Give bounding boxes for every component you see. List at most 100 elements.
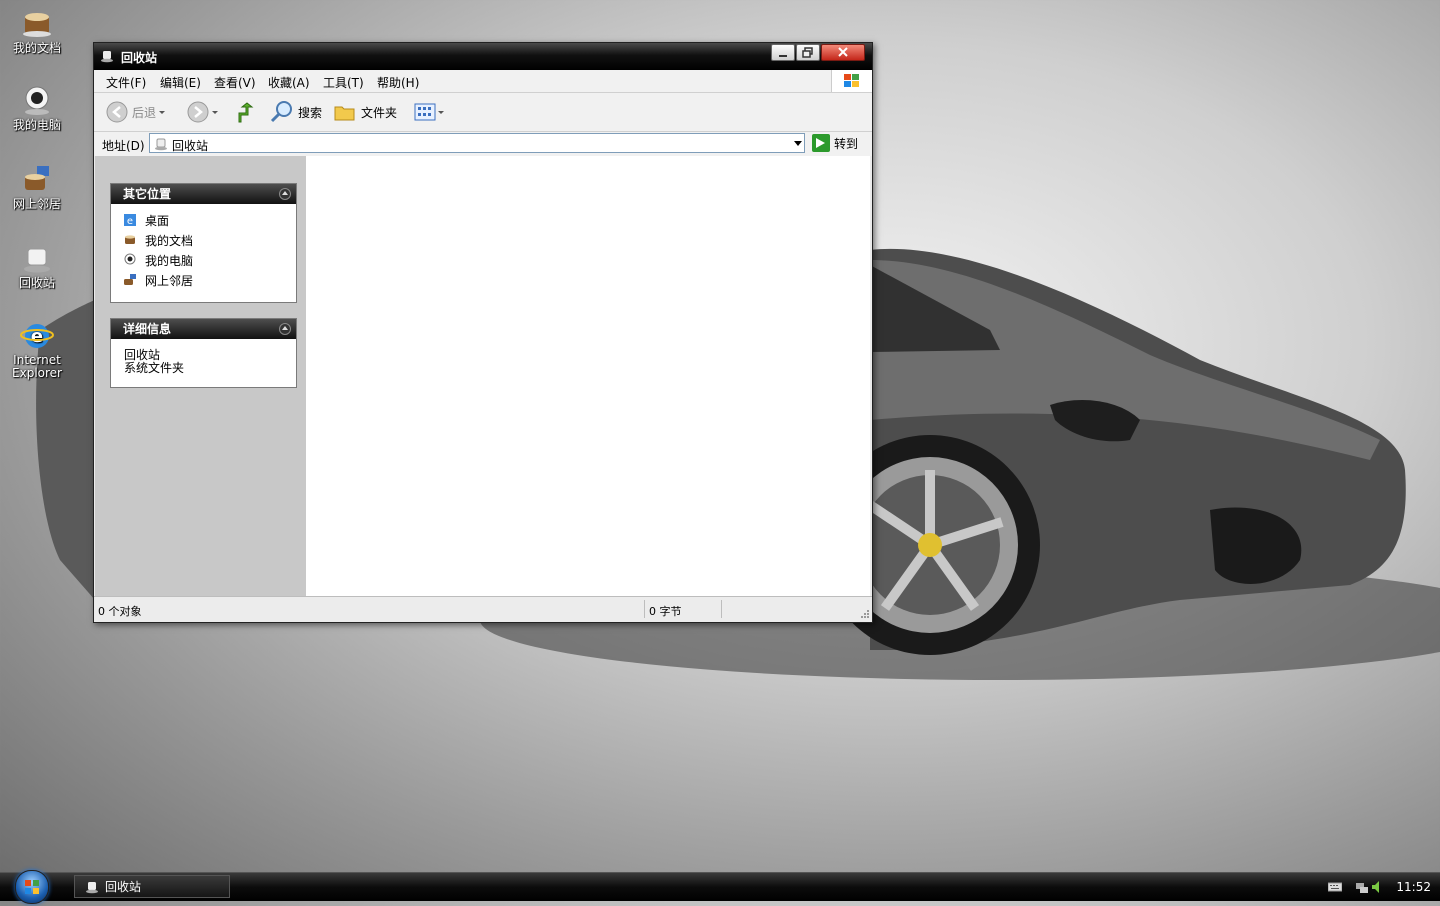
back-arrow-icon (106, 101, 128, 123)
recycle-bin-window[interactable]: 回收站 文件(F) 编辑(E) 查看(V) 收藏(A) 工具(T) 帮助(H) … (93, 42, 873, 623)
chevron-down-icon (438, 111, 444, 114)
menu-file[interactable]: 文件(F) (106, 74, 146, 91)
maximize-button[interactable] (796, 44, 820, 61)
menu-bar: 文件(F) 编辑(E) 查看(V) 收藏(A) 工具(T) 帮助(H) (94, 70, 872, 93)
menu-help[interactable]: 帮助(H) (377, 74, 419, 91)
my-documents-icon (23, 13, 51, 37)
details-title: 详细信息 (123, 322, 172, 336)
place-link-my-computer[interactable]: 我的电脑 (111, 250, 296, 270)
windows-logo (831, 70, 872, 92)
back-label: 后退 (132, 105, 157, 120)
other-places-title: 其它位置 (123, 187, 172, 201)
go-label: 转到 (834, 136, 859, 151)
folder-icon (334, 106, 355, 121)
search-icon (270, 101, 292, 123)
clock[interactable]: 11:52 (1396, 880, 1431, 894)
window-titlebar[interactable]: 回收站 (94, 43, 872, 70)
taskbar-button-recycle-bin[interactable]: 回收站 (74, 875, 230, 898)
desktop-icon-my-computer[interactable]: 我的电脑 (0, 85, 74, 132)
taskbar: 回收站 11:52 (0, 870, 1440, 904)
task-pane: 其它位置 e 桌面 我的文档 我的电脑 网上邻居 详细信息 回收站 系统文件夹 (95, 156, 306, 596)
menu-edit[interactable]: 编辑(E) (160, 74, 201, 91)
folders-button[interactable]: 文件夹 (333, 100, 397, 124)
menu-favorites[interactable]: 收藏(A) (268, 74, 310, 91)
system-tray: 11:52 (1320, 873, 1440, 901)
details-header[interactable]: 详细信息 (111, 319, 296, 339)
desktop-icon-internet-explorer[interactable]: e Internet Explorer (0, 320, 74, 380)
place-link-label: 我的电脑 (145, 253, 194, 268)
address-bar: 地址(D) 回收站 转到 (94, 132, 872, 156)
status-object-count: 0 个对象 (98, 605, 142, 618)
place-link-network-places[interactable]: 网上邻居 (111, 270, 296, 290)
network-status-icon[interactable] (1354, 879, 1370, 895)
search-label: 搜索 (298, 105, 323, 120)
status-divider (644, 600, 645, 618)
search-button[interactable]: 搜索 (270, 100, 322, 124)
recycle-bin-icon (101, 51, 113, 63)
back-button[interactable]: 后退 (106, 100, 168, 124)
close-button[interactable] (821, 44, 865, 61)
address-label: 地址(D) (102, 139, 145, 153)
internet-explorer-icon: e (20, 324, 54, 348)
go-button[interactable]: 转到 (812, 133, 858, 153)
desktop-icon-label: 我的文档 (12, 41, 61, 55)
restore-icon (802, 47, 813, 58)
up-folder-icon (238, 102, 254, 123)
chevron-down-icon (159, 111, 166, 114)
views-grid-icon (414, 103, 436, 121)
place-link-label: 网上邻居 (145, 273, 194, 288)
menu-view[interactable]: 查看(V) (214, 74, 256, 91)
network-places-icon (124, 274, 136, 285)
volume-icon[interactable] (1370, 879, 1384, 895)
taskbar-button-label: 回收站 (105, 880, 142, 894)
desktop-icon-my-documents[interactable]: 我的文档 (0, 8, 74, 55)
desktop-icon-recycle-bin[interactable]: 回收站 (0, 243, 74, 290)
place-link-label: 桌面 (145, 213, 170, 228)
desktop-icon: e (124, 214, 136, 227)
address-field[interactable]: 回收站 (149, 133, 805, 153)
windows-flag-icon (844, 74, 859, 87)
close-icon (838, 47, 848, 57)
my-documents-icon (125, 235, 135, 244)
forward-arrow-icon (187, 101, 209, 123)
folders-label: 文件夹 (361, 105, 398, 120)
recycle-bin-icon (86, 881, 98, 893)
desktop-icon-label: 回收站 (18, 276, 55, 290)
status-bar: 0 个对象 0 字节 (94, 596, 872, 621)
views-button[interactable] (413, 100, 445, 124)
window-title: 回收站 (121, 51, 158, 65)
place-link-my-documents[interactable]: 我的文档 (111, 230, 296, 250)
windows-flag-icon (25, 880, 39, 894)
desktop-icon-label: Explorer (12, 366, 62, 380)
collapse-icon[interactable] (279, 323, 291, 335)
collapse-icon[interactable] (279, 188, 291, 200)
other-places-header[interactable]: 其它位置 (111, 184, 296, 204)
network-places-icon (25, 166, 49, 190)
address-value: 回收站 (172, 139, 209, 153)
up-folder-button[interactable] (234, 100, 256, 124)
desktop-icon-label: 网上邻居 (12, 197, 61, 211)
recycle-bin-icon (155, 138, 167, 151)
other-places-panel: 其它位置 e 桌面 我的文档 我的电脑 网上邻居 (110, 183, 297, 303)
place-link-desktop[interactable]: e 桌面 (111, 210, 296, 230)
minimize-icon (779, 55, 787, 57)
keyboard-icon[interactable] (1328, 882, 1342, 892)
go-arrow-icon (812, 134, 830, 152)
chevron-down-icon (212, 111, 218, 114)
status-divider (721, 600, 722, 618)
file-list-area[interactable] (306, 156, 870, 596)
details-panel: 详细信息 回收站 系统文件夹 (110, 318, 297, 388)
details-type: 系统文件夹 (124, 361, 185, 375)
start-button[interactable] (15, 870, 49, 904)
svg-text:e: e (127, 216, 133, 227)
toolbar: 后退 搜索 文件夹 (94, 93, 872, 132)
resize-grip-icon[interactable] (860, 609, 870, 619)
menu-tools[interactable]: 工具(T) (323, 74, 364, 91)
address-dropdown-icon[interactable] (794, 141, 802, 146)
status-size: 0 字节 (649, 605, 682, 618)
forward-button[interactable] (187, 100, 221, 124)
desktop-icon-label: 我的电脑 (12, 118, 61, 132)
minimize-button[interactable] (771, 44, 795, 61)
my-computer-icon (25, 86, 49, 115)
desktop-icon-network-places[interactable]: 网上邻居 (0, 164, 74, 211)
